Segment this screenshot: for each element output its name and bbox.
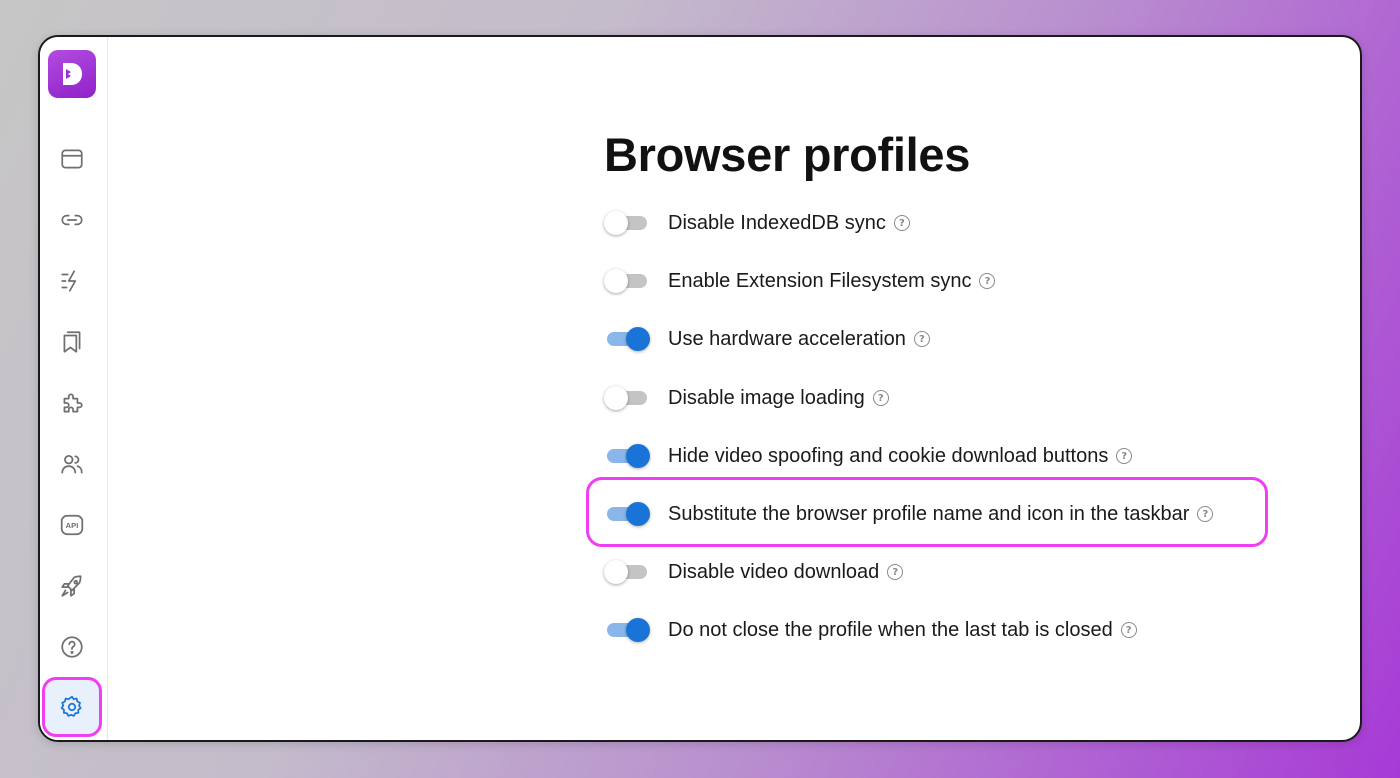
sidebar-item-profiles[interactable] (52, 139, 92, 179)
api-icon: API (60, 514, 84, 536)
help-icon[interactable]: ? (1116, 448, 1133, 464)
lightning-icon (61, 270, 77, 292)
sidebar-item-settings[interactable] (42, 677, 102, 737)
help-icon[interactable]: ? (872, 390, 889, 406)
toggle-switch[interactable] (604, 386, 650, 410)
help-icon[interactable]: ? (887, 564, 904, 580)
api-icon-text: API (66, 521, 79, 530)
help-icon[interactable]: ? (893, 215, 910, 231)
setting-row: Substitute the browser profile name and … (604, 496, 1214, 532)
setting-row: Disable image loading? (604, 380, 889, 416)
sidebar-item-extensions[interactable] (52, 383, 92, 423)
toggle-knob (604, 211, 628, 235)
gear-icon (60, 695, 82, 717)
rocket-icon (61, 575, 82, 597)
question-icon (61, 636, 83, 658)
setting-label: Substitute the browser profile name and … (668, 502, 1190, 525)
toggle-knob (626, 618, 650, 642)
help-icon[interactable]: ? (913, 331, 930, 347)
toggle-knob (626, 502, 650, 526)
setting-label: Disable image loading (668, 386, 865, 409)
setting-row: Enable Extension Filesystem sync? (604, 263, 996, 299)
toggle-switch[interactable] (604, 211, 650, 235)
toggle-knob (604, 386, 628, 410)
toggle-knob (604, 269, 628, 293)
sidebar: API (40, 37, 108, 740)
setting-row: Disable video download? (604, 554, 904, 590)
toggle-switch[interactable] (604, 327, 650, 351)
link-icon (61, 214, 83, 226)
sidebar-item-bookmarks[interactable] (52, 322, 92, 362)
setting-row: Disable IndexedDB sync? (604, 205, 910, 241)
logo-d-icon (63, 63, 82, 85)
toggle-knob (626, 444, 650, 468)
puzzle-icon (63, 393, 83, 413)
setting-row: Do not close the profile when the last t… (604, 612, 1137, 648)
sidebar-item-automation[interactable] (52, 261, 92, 301)
toggle-switch[interactable] (604, 444, 650, 468)
sidebar-item-team[interactable] (52, 444, 92, 484)
toggle-switch[interactable] (604, 618, 650, 642)
setting-label: Disable video download (668, 560, 880, 583)
help-icon[interactable]: ? (979, 273, 996, 289)
setting-row: Hide video spoofing and cookie download … (604, 438, 1133, 474)
sidebar-item-help[interactable] (52, 627, 92, 667)
toggle-switch[interactable] (604, 502, 650, 526)
help-icon[interactable]: ? (1197, 506, 1214, 522)
help-icon[interactable]: ? (1120, 622, 1137, 638)
toggle-switch[interactable] (604, 560, 650, 584)
browser-window-icon (61, 149, 83, 169)
setting-label: Enable Extension Filesystem sync (668, 269, 972, 292)
setting-label: Hide video spoofing and cookie download … (668, 444, 1109, 467)
page-title: Browser profiles (604, 128, 971, 181)
toggle-knob (604, 560, 628, 584)
setting-row: Use hardware acceleration? (604, 321, 930, 357)
sidebar-item-quick-start[interactable] (52, 566, 92, 606)
setting-label: Use hardware acceleration (668, 327, 906, 350)
setting-label: Do not close the profile when the last t… (668, 618, 1113, 641)
toggle-switch[interactable] (604, 269, 650, 293)
sidebar-item-api[interactable]: API (52, 505, 92, 545)
users-icon (61, 455, 83, 474)
setting-label: Disable IndexedDB sync (668, 211, 886, 234)
sidebar-item-proxies[interactable] (52, 200, 92, 240)
main-content: Browser profiles Disable IndexedDB sync?… (108, 37, 1360, 740)
app-logo[interactable] (48, 50, 96, 98)
toggle-knob (626, 327, 650, 351)
app-window: API Browser profiles Disable IndexedDB s… (38, 35, 1362, 742)
bookmarks-icon (63, 331, 81, 353)
